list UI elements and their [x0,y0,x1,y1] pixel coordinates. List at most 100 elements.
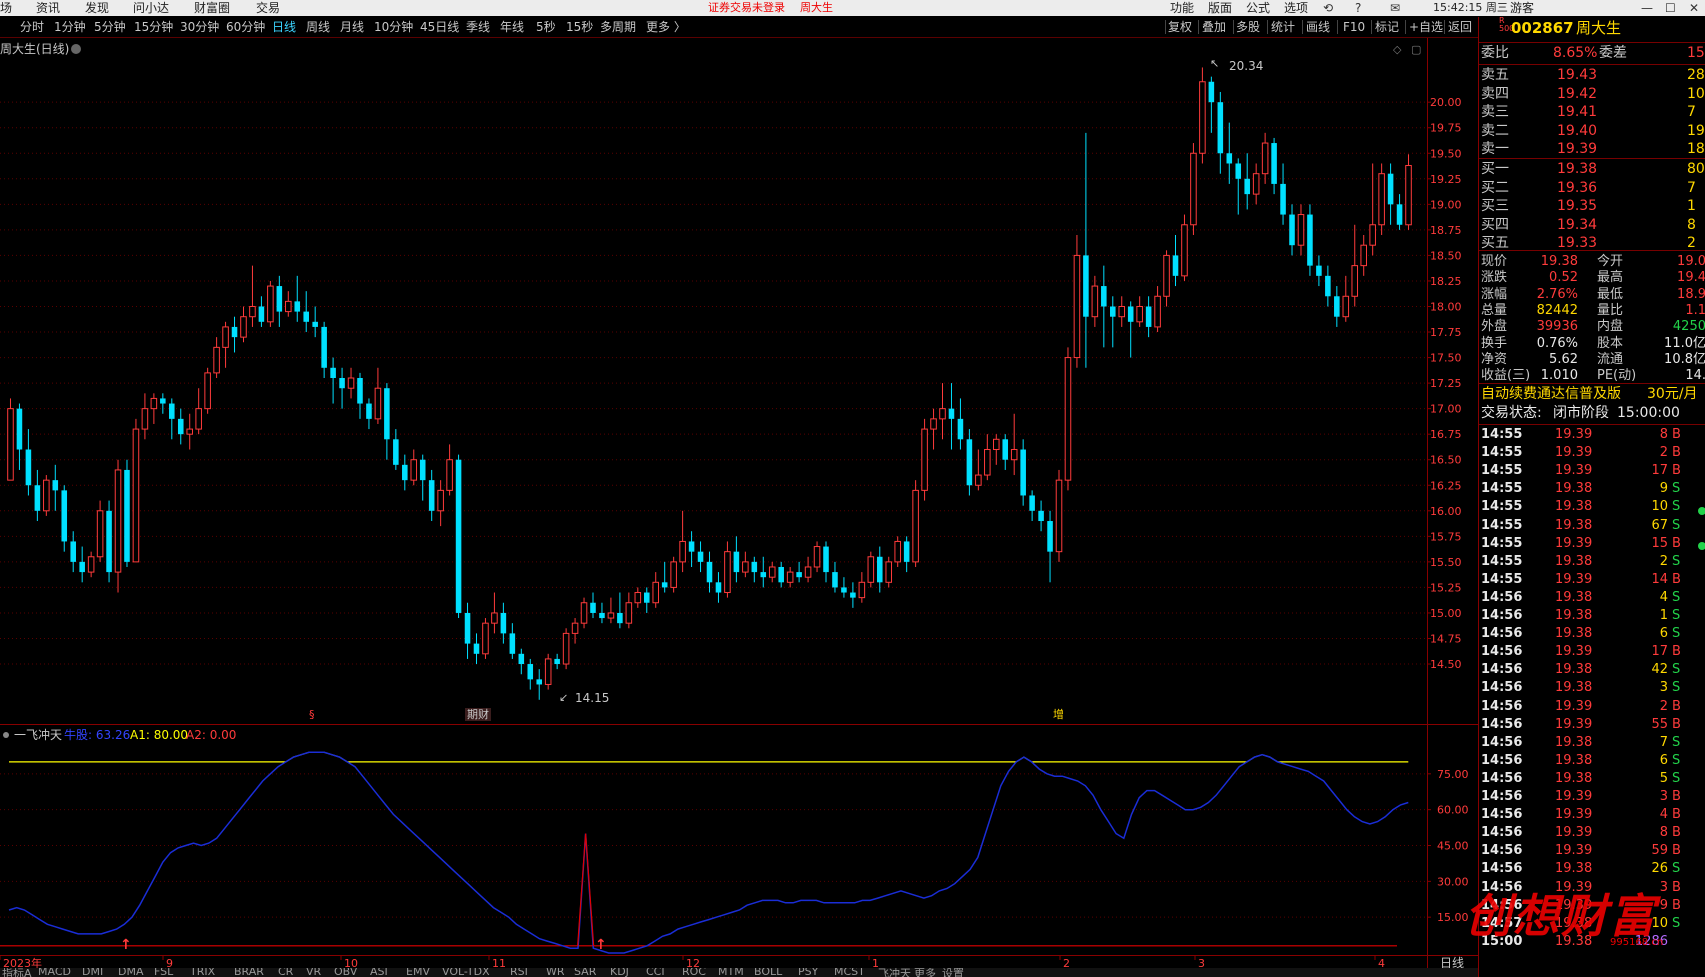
tool-fuquan[interactable]: 复权 [1168,19,1192,35]
menu-item-function[interactable]: 功能 [1170,0,1194,16]
period-15sec[interactable]: 15秒 [566,19,593,35]
tick-row: 14:56 19.39 55 B [1479,716,1705,734]
refresh-icon[interactable]: ⟲ [1323,0,1333,16]
guest-user[interactable]: 游客 [1510,0,1534,16]
indicator-tab[interactable]: MCST [834,968,865,977]
menu-item-news[interactable]: 资讯 [36,0,60,16]
candle-body [733,551,740,573]
indicator-tab[interactable]: BOLL [754,968,782,977]
tick-row: 14:56 19.38 26 S [1479,860,1705,878]
period-5min[interactable]: 5分钟 [94,19,126,35]
candle-body [1405,165,1412,226]
indicator-tab[interactable]: KDJ [610,968,629,977]
indicator-tab[interactable]: BRAR [234,968,264,977]
indicator-tab[interactable]: OBV [334,968,357,977]
login-notice[interactable]: 证券交易未登录 [708,0,785,16]
buy-signal-arrow-icon: ↑ [120,937,132,953]
period-weekly[interactable]: 周线 [306,19,330,35]
tool-statistics[interactable]: 统计 [1271,19,1295,35]
ask-label: 卖四 [1481,85,1509,102]
indicator-tab[interactable]: SAR [574,968,596,977]
menu-item-discover[interactable]: 发现 [85,0,109,16]
close-button[interactable]: ✕ [1689,0,1699,16]
indicator-tab[interactable]: WR [546,968,565,977]
indicator-tab[interactable]: 飞冲天 [878,968,911,977]
indicator-name[interactable]: 一飞冲天 [14,727,62,742]
candle-body [1029,495,1035,511]
minimize-button[interactable]: — [1641,0,1653,16]
indicator-tab[interactable]: DMI [82,968,103,977]
indicator-tab[interactable]: VOL-TDX [442,968,490,977]
menu-item-trade[interactable]: 交易 [256,0,280,16]
a1-line [9,751,1409,763]
menu-item-options[interactable]: 选项 [1284,0,1308,16]
indicator-tab[interactable]: 设置 [942,968,964,977]
indicator-tab[interactable]: PSY [798,968,818,977]
price-tick-label: 15.00 [1430,607,1462,620]
indicator-tab[interactable]: TRIX [190,968,215,977]
period-45day[interactable]: 45日线 [420,19,459,35]
indicator-tab[interactable]: MTM [718,968,744,977]
ad-price[interactable]: 30元/月 [1647,385,1698,404]
tick-price: 19.39 [1555,789,1593,804]
indicator-tab[interactable]: DMA [118,968,144,977]
period-indicator-label[interactable]: 日线 [1440,956,1464,968]
indicator-tab[interactable]: 指标A [2,968,32,977]
tool-back[interactable]: 返回 [1448,19,1472,35]
indicator-tab[interactable]: VR [306,968,321,977]
period-60min[interactable]: 60分钟 [226,19,265,35]
period-30min[interactable]: 30分钟 [180,19,219,35]
pane-maximize-icon[interactable]: ▢ [1411,43,1421,56]
ind-tick-label: 15.00 [1437,911,1469,924]
maximize-button[interactable]: ☐ [1665,0,1676,16]
period-yearly[interactable]: 年线 [500,19,524,35]
tool-overlay[interactable]: 叠加 [1202,19,1226,35]
menu-item-wenxiaoda[interactable]: 问小达 [133,0,169,16]
period-daily[interactable]: 日线 [272,19,296,35]
indicator-tab[interactable]: FSL [154,968,173,977]
tool-mark[interactable]: 标记 [1375,19,1399,35]
indicator-tab[interactable]: ROC [682,968,706,977]
candle-body [661,582,668,588]
mail-icon[interactable]: ✉ [1390,0,1400,16]
indicator-tab[interactable]: ASI [370,968,388,977]
menu-item-formula[interactable]: 公式 [1246,0,1270,16]
menu-item-market[interactable]: 场 [0,0,12,16]
stat-label: 涨跌 [1481,270,1508,286]
period-1min[interactable]: 1分钟 [54,19,86,35]
candle-body [70,541,76,562]
period-monthly[interactable]: 月线 [340,19,364,35]
kline-chart[interactable]: 20.00 19.75 19.50 19.25 19.00 18.75 18.50 18.25… [0,38,1478,968]
tool-multi-stock[interactable]: 多股 [1236,19,1260,35]
event-marker[interactable]: § [309,708,315,721]
indicator-tab[interactable]: CR [278,968,293,977]
period-multi[interactable]: 多周期 [600,19,636,35]
event-marker[interactable]: 增 [1053,707,1064,721]
tool-draw-line[interactable]: 画线 [1306,19,1330,35]
help-icon[interactable]: ? [1355,0,1361,16]
tool-f10[interactable]: F10 [1343,19,1365,35]
pane-options-icon[interactable]: ◇ [1393,43,1402,56]
tool-add-watchlist[interactable]: +自选 [1409,19,1443,35]
period-quarter[interactable]: 季线 [466,19,490,35]
menu-item-caifuquan[interactable]: 财富圈 [194,0,230,16]
price-tick-label: 16.75 [1430,428,1462,441]
tick-price: 19.39 [1555,807,1593,823]
event-marker[interactable]: 期财 [467,707,489,721]
ad-row[interactable]: 自动续费通达信普及版 30元/月 [1479,385,1705,404]
candle-body [1002,439,1009,460]
period-5sec[interactable]: 5秒 [536,19,556,35]
tick-time: 14:56 [1481,662,1523,678]
indicator-tab[interactable]: RSI [510,968,528,977]
indicator-tab[interactable]: CCI [646,968,665,977]
menu-item-layout[interactable]: 版面 [1208,0,1232,16]
indicator-tab[interactable]: 更多 [914,968,936,977]
period-15min[interactable]: 15分钟 [134,19,173,35]
ad-text[interactable]: 自动续费通达信普及版 [1481,385,1621,404]
chart-settings-icon[interactable] [71,44,81,54]
indicator-tab[interactable]: EMV [406,968,430,977]
indicator-tab[interactable]: MACD [38,968,71,977]
period-fenshi[interactable]: 分时 [20,19,44,35]
period-10min[interactable]: 10分钟 [374,19,413,35]
period-more[interactable]: 更多 〉 [646,19,686,35]
